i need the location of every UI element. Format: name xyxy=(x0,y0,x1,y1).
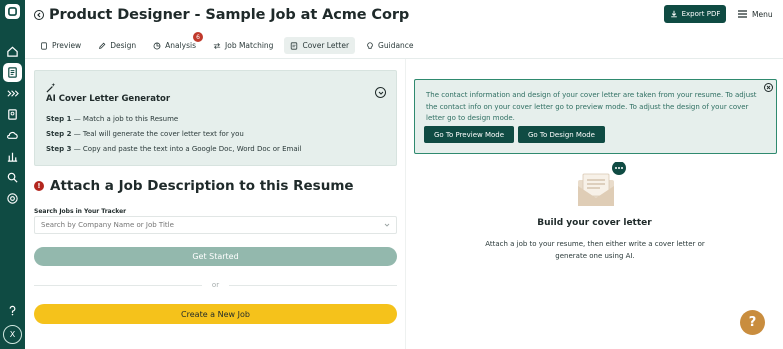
empty-state-title: Build your cover letter xyxy=(537,218,652,228)
panel-divider xyxy=(405,59,406,349)
generator-title: AI Cover Letter Generator xyxy=(46,94,171,104)
info-card: The contact information and design of yo… xyxy=(414,79,777,154)
tab-label: Cover Letter xyxy=(302,41,350,50)
lightbulb-icon xyxy=(367,41,373,49)
tab-design[interactable]: Design xyxy=(92,37,142,54)
tab-analysis[interactable]: Analysis 6 xyxy=(147,32,204,54)
info-text: The contact information and design of yo… xyxy=(426,91,757,122)
tab-label: Design xyxy=(110,41,137,50)
divider-line xyxy=(229,284,398,286)
tab-label: Preview xyxy=(52,41,82,50)
attach-heading: ! Attach a Job Description to this Resum… xyxy=(34,178,354,194)
search-label: Search Jobs in Your Tracker xyxy=(34,208,127,215)
page-title: Product Designer - Sample Job at Acme Co… xyxy=(49,7,410,23)
tab-label: Analysis xyxy=(165,41,197,50)
arrows-icon xyxy=(213,42,221,49)
step-1: Step 1 — Match a job to this Resume xyxy=(46,115,178,123)
envelope-illustration xyxy=(578,162,626,206)
create-new-job-button[interactable]: Create a New Job xyxy=(34,304,397,324)
attach-title: Attach a Job Description to this Resume xyxy=(50,178,354,194)
step-number: Step 2 xyxy=(46,130,72,138)
go-to-design-button[interactable]: Go To Design Mode xyxy=(518,126,605,143)
collapse-toggle[interactable] xyxy=(375,87,386,98)
step-text: — Teal will generate the cover letter te… xyxy=(71,130,244,138)
target-icon[interactable] xyxy=(0,188,25,209)
document-icon xyxy=(41,41,47,50)
job-search-input[interactable] xyxy=(41,221,371,229)
magic-wand-icon xyxy=(46,82,56,93)
export-pdf-button[interactable]: Export PDF xyxy=(664,5,726,23)
search-icon[interactable] xyxy=(0,167,25,188)
or-divider: or xyxy=(34,280,398,290)
step-3: Step 3 — Copy and paste the text into a … xyxy=(46,145,302,153)
tab-job-matching[interactable]: Job Matching xyxy=(207,37,279,54)
sidebar: X xyxy=(0,0,25,349)
go-to-preview-button[interactable]: Go To Preview Mode xyxy=(424,126,514,143)
app-logo[interactable] xyxy=(5,4,20,19)
help-button[interactable]: ? xyxy=(740,310,765,335)
resume-icon[interactable] xyxy=(0,104,25,125)
job-search-field[interactable] xyxy=(34,216,397,234)
empty-state-description: Attach a job to your resume, then either… xyxy=(485,240,705,260)
document-icon[interactable] xyxy=(0,62,25,83)
ai-generator-card: AI Cover Letter Generator Step 1 — Match… xyxy=(34,70,397,166)
step-text: — Match a job to this Resume xyxy=(71,115,179,123)
analysis-count-badge: 6 xyxy=(193,32,204,42)
tab-label: Guidance xyxy=(378,41,414,50)
menu-button[interactable]: Menu xyxy=(738,5,773,23)
chart-icon[interactable] xyxy=(0,146,25,167)
pie-chart-icon xyxy=(153,42,161,49)
page-header: Product Designer - Sample Job at Acme Co… xyxy=(34,5,409,25)
alert-icon: ! xyxy=(34,181,44,191)
step-text: — Copy and paste the text into a Google … xyxy=(71,145,302,153)
step-2: Step 2 — Teal will generate the cover le… xyxy=(46,130,244,138)
divider-line xyxy=(34,284,202,286)
chevron-down-icon xyxy=(378,91,383,95)
or-label: or xyxy=(211,281,220,289)
tab-bar: Preview Design Analysis 6 Job Matching C… xyxy=(34,32,425,54)
left-panel: AI Cover Letter Generator Step 1 — Match… xyxy=(25,59,405,349)
hamburger-icon xyxy=(738,10,747,18)
download-icon xyxy=(670,10,677,18)
back-icon[interactable] xyxy=(34,10,44,20)
letter-icon xyxy=(291,41,298,50)
get-started-button[interactable]: Get Started xyxy=(34,247,397,266)
home-icon[interactable] xyxy=(0,41,25,62)
tab-label: Job Matching xyxy=(225,41,274,50)
pencil-icon xyxy=(99,42,106,49)
question-icon[interactable] xyxy=(0,300,25,321)
step-number: Step 3 xyxy=(46,145,72,153)
chevrons-right-icon[interactable] xyxy=(0,83,25,104)
menu-label: Menu xyxy=(752,9,773,19)
cloud-icon[interactable] xyxy=(0,125,25,146)
chevron-down-icon[interactable] xyxy=(384,222,390,228)
avatar[interactable]: X xyxy=(3,325,22,344)
tab-preview[interactable]: Preview xyxy=(34,37,87,54)
close-icon[interactable] xyxy=(764,83,773,92)
step-number: Step 1 xyxy=(46,115,72,123)
tab-guidance[interactable]: Guidance xyxy=(360,37,420,54)
export-pdf-label: Export PDF xyxy=(681,10,721,18)
tab-cover-letter[interactable]: Cover Letter xyxy=(284,37,356,54)
